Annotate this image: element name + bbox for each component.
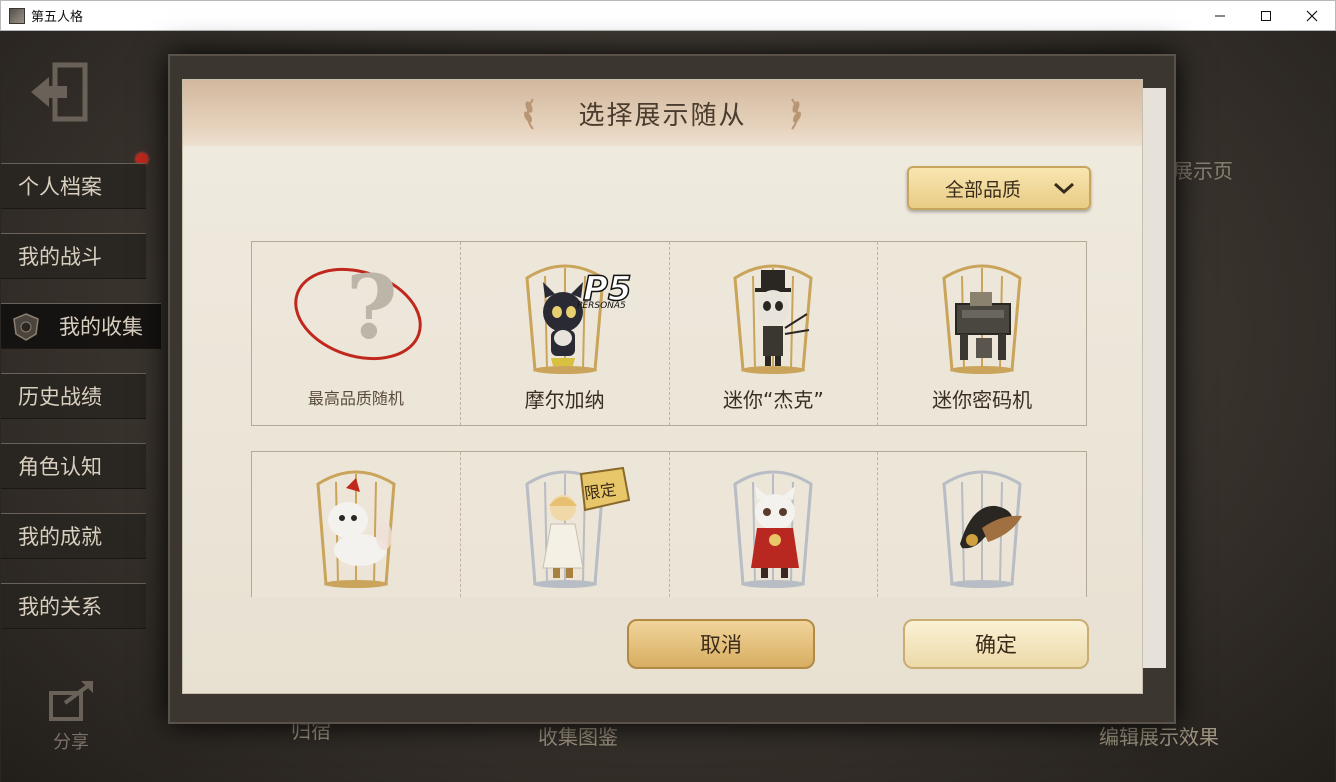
sidebar-item-role-cognition[interactable]: 角色认知	[1, 443, 146, 489]
pet-card-random[interactable]: ? 最高品质随机	[252, 242, 461, 425]
black-feather-pet-icon	[942, 470, 1023, 588]
sidebar-item-label: 个人档案	[18, 175, 102, 199]
confirm-label: 确定	[975, 633, 1017, 657]
pet-label: 最高品质随机	[307, 389, 404, 408]
share-button[interactable]: 分享	[41, 679, 101, 754]
sidebar-item-label: 我的关系	[18, 595, 102, 619]
pet-label: 迷你“杰克”	[723, 388, 824, 412]
pet-label: 迷你密码机	[932, 388, 1033, 412]
quality-filter-select[interactable]: 全部品质	[907, 166, 1091, 210]
pet-grid-row-2: 限定	[251, 451, 1087, 597]
red-cape-fox-pet-icon	[733, 470, 813, 588]
svg-text:PERSONA5: PERSONA5	[577, 301, 626, 311]
quality-filter-value: 全部品质	[945, 178, 1022, 201]
sidebar-item-label: 角色认知	[18, 455, 102, 479]
sidebar-item-label: 我的成就	[18, 525, 102, 549]
sidebar-item-label: 我的收集	[59, 315, 143, 339]
window-controls	[1197, 1, 1335, 31]
window-title: 第五人格	[31, 10, 84, 25]
pet-card-red-cape-fox[interactable]	[670, 452, 879, 597]
sidebar-item-label: 我的战斗	[18, 245, 102, 269]
close-icon	[1306, 10, 1318, 22]
pet-grid-row-1: ? 最高品质随机 P5 PERSONA5 摩尔加纳 迷你“杰克” 迷你密码机	[251, 241, 1087, 426]
mini-jack-pet-icon	[733, 264, 813, 374]
select-pet-dialog: 选择展示随从 全部品质 ? 最高品质随机 P5 PERSONA5 摩尔加纳 迷你…	[182, 79, 1143, 694]
exit-door-icon	[31, 62, 88, 122]
cancel-label: 取消	[700, 633, 742, 657]
pet-card-black-feather[interactable]	[878, 452, 1086, 597]
window-titlebar: 第五人格	[0, 0, 1336, 31]
white-fox-pet-icon	[316, 470, 396, 588]
pet-label: 摩尔加纳	[524, 388, 605, 412]
pet-card-morgana[interactable]: P5 PERSONA5 摩尔加纳	[461, 242, 670, 425]
sidebar-item-achievements[interactable]: 我的成就	[1, 513, 146, 559]
display-page-label: 展示页	[1173, 159, 1233, 183]
dialog-header: 选择展示随从	[183, 80, 1142, 146]
share-icon	[49, 681, 93, 721]
maximize-button[interactable]	[1243, 1, 1289, 31]
cancel-button[interactable]: 取消	[627, 619, 815, 669]
sidebar-item-label: 历史战绩	[18, 385, 102, 409]
sidebar-item-battle[interactable]: 我的战斗	[1, 233, 146, 279]
tab-collection[interactable]: 收集图鉴	[538, 721, 618, 750]
limited-badge-label: 限定	[582, 479, 618, 504]
shield-icon	[13, 313, 39, 341]
sidebar-menu: 个人档案 我的战斗 我的收集 历史战绩 角色认知 我的成就 我的关系	[1, 163, 161, 653]
maximize-icon	[1261, 11, 1271, 21]
pet-card-mini-jack[interactable]: 迷你“杰克”	[670, 242, 879, 425]
laurel-right-icon	[790, 98, 801, 130]
share-label: 分享	[53, 732, 89, 753]
laurel-left-icon	[524, 98, 535, 130]
pet-card-white-fox[interactable]	[252, 452, 461, 597]
app-icon	[9, 7, 25, 24]
random-question-icon: ?	[294, 258, 422, 361]
sidebar-item-history[interactable]: 历史战绩	[1, 373, 146, 419]
dialog-title: 选择展示随从	[578, 100, 747, 131]
mini-cipher-machine-icon	[942, 264, 1022, 374]
sidebar-item-profile[interactable]: 个人档案	[1, 163, 146, 209]
edit-display-button[interactable]: 编辑展示效果	[1099, 721, 1219, 750]
exit-button[interactable]	[25, 57, 95, 127]
pet-card-angel-doll[interactable]: 限定	[461, 452, 670, 597]
close-button[interactable]	[1289, 1, 1335, 31]
minimize-icon	[1215, 15, 1225, 17]
pet-card-mini-cipher[interactable]: 迷你密码机	[878, 242, 1086, 425]
svg-text:?: ?	[346, 258, 398, 359]
sidebar-item-relations[interactable]: 我的关系	[1, 583, 146, 629]
chevron-down-icon	[1054, 182, 1074, 195]
sidebar-item-collection[interactable]: 我的收集	[1, 303, 161, 349]
confirm-button[interactable]: 确定	[903, 619, 1089, 669]
minimize-button[interactable]	[1197, 1, 1243, 31]
morgana-pet-icon: P5 PERSONA5	[525, 264, 632, 374]
